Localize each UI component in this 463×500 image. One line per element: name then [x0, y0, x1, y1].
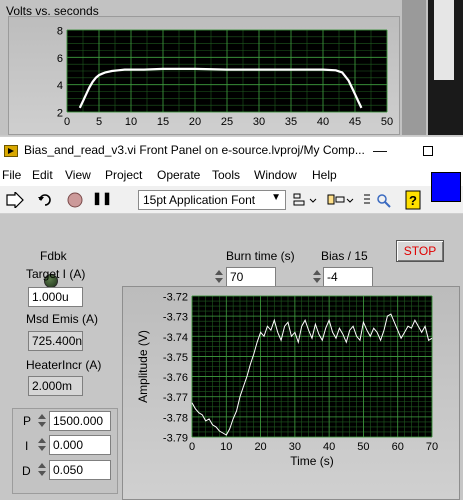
minimize-button[interactable]: —	[370, 141, 390, 161]
chevron-down-icon: ▼	[271, 192, 281, 203]
x-tick-label: 5	[96, 116, 102, 128]
i-input[interactable]: 0.000	[49, 435, 111, 455]
run-arrow-icon[interactable]	[6, 192, 24, 208]
msd-emis-label: Msd Emis (A)	[26, 312, 98, 326]
y-tick-label: 8	[57, 26, 63, 38]
menu-help[interactable]: Help	[312, 168, 337, 182]
svg-text:?: ?	[409, 193, 417, 208]
menu-file[interactable]: File	[2, 168, 21, 182]
x-tick-label: 40	[317, 116, 329, 128]
x-tick-label: 15	[157, 116, 169, 128]
align-objects-icon[interactable]	[292, 191, 318, 209]
font-select[interactable]: 15pt Application Font ▼	[138, 190, 286, 210]
y-tick-label: 6	[57, 53, 63, 65]
front-panel-window: Bias_and_read_v3.vi Front Panel on e-sou…	[0, 136, 463, 500]
i-spinner[interactable]	[37, 436, 47, 454]
menu-bar: File Edit View Project Operate Tools Win…	[0, 164, 463, 186]
labview-vi-icon	[4, 145, 18, 157]
context-help-icon[interactable]: ?	[405, 190, 421, 210]
d-label: D	[22, 464, 31, 478]
p-input[interactable]: 1500.000	[49, 411, 111, 431]
menu-edit[interactable]: Edit	[32, 168, 53, 182]
decrement-icon[interactable]	[215, 278, 223, 283]
decrement-icon[interactable]	[38, 446, 46, 451]
stop-button[interactable]: STOP	[396, 240, 444, 262]
font-select-value: 15pt Application Font	[143, 193, 256, 207]
increment-icon[interactable]	[38, 463, 46, 468]
run-continuously-icon[interactable]	[36, 191, 54, 209]
x-tick-label: 10	[125, 116, 137, 128]
menu-tools[interactable]: Tools	[212, 168, 240, 182]
y-tick-label: 2	[57, 108, 63, 120]
bias-label: Bias / 15	[321, 249, 368, 263]
x-tick-label: 30	[253, 116, 265, 128]
burn-time-label: Burn time (s)	[226, 249, 295, 263]
msd-emis-indicator: 725.400n	[28, 331, 83, 351]
background-scroll-area	[402, 0, 426, 135]
increment-icon[interactable]	[313, 270, 321, 275]
heater-incr-indicator: 2.000m	[28, 376, 83, 396]
distribute-objects-icon[interactable]	[326, 191, 354, 209]
maximize-button[interactable]	[418, 141, 438, 161]
target-input[interactable]: 1.000u	[28, 287, 83, 307]
d-spinner[interactable]	[37, 461, 47, 479]
burn-time-input[interactable]: 70	[226, 267, 276, 287]
x-tick-label: 45	[349, 116, 361, 128]
burn-time-spinner[interactable]	[214, 268, 224, 286]
p-label: P	[23, 414, 32, 428]
background-scrollbar[interactable]	[434, 0, 454, 80]
background-window: Volts vs. seconds 0 5 10 15 20 25 30 35 40 45 50 2 4…	[0, 0, 463, 135]
p-spinner[interactable]	[37, 412, 47, 430]
amplitude-graph-frame	[122, 286, 460, 500]
x-tick-label: 50	[381, 116, 393, 128]
heater-incr-label: HeaterIncr (A)	[26, 358, 102, 372]
y-tick-label: 4	[57, 80, 63, 92]
d-input[interactable]: 0.050	[49, 460, 111, 480]
window-title: Bias_and_read_v3.vi Front Panel on e-sou…	[24, 143, 365, 157]
menu-operate[interactable]: Operate	[157, 168, 200, 182]
menu-window[interactable]: Window	[254, 168, 297, 182]
pid-cluster: P 1500.000 I 0.000 D 0.050	[12, 408, 118, 494]
fdbk-label: Fdbk	[40, 249, 67, 263]
pause-icon[interactable]: ❚❚	[92, 191, 112, 205]
x-tick-label: 25	[221, 116, 233, 128]
increment-icon[interactable]	[38, 414, 46, 419]
menu-view[interactable]: View	[65, 168, 91, 182]
reorder-search-icon[interactable]	[362, 191, 396, 209]
increment-icon[interactable]	[215, 270, 223, 275]
x-tick-label: 35	[285, 116, 297, 128]
menu-project[interactable]: Project	[105, 168, 142, 182]
title-bar[interactable]: Bias_and_read_v3.vi Front Panel on e-sou…	[0, 136, 463, 164]
vi-icon-pane	[431, 172, 461, 202]
increment-icon[interactable]	[38, 438, 46, 443]
abort-icon[interactable]	[66, 191, 84, 209]
decrement-icon[interactable]	[313, 278, 321, 283]
decrement-icon[interactable]	[38, 471, 46, 476]
background-chart: 0 5 10 15 20 25 30 35 40 45 50 2 4 6 8	[57, 26, 393, 129]
x-tick-label: 0	[64, 116, 70, 128]
maximize-icon	[423, 146, 433, 156]
bias-input[interactable]: -4	[323, 267, 373, 287]
target-label: Target I (A)	[26, 267, 86, 281]
toolbar: ❚❚ 15pt Application Font ▼ ?	[0, 186, 463, 214]
x-tick-label: 20	[189, 116, 201, 128]
bias-spinner[interactable]	[312, 268, 322, 286]
decrement-icon[interactable]	[38, 422, 46, 427]
i-label: I	[25, 439, 29, 453]
